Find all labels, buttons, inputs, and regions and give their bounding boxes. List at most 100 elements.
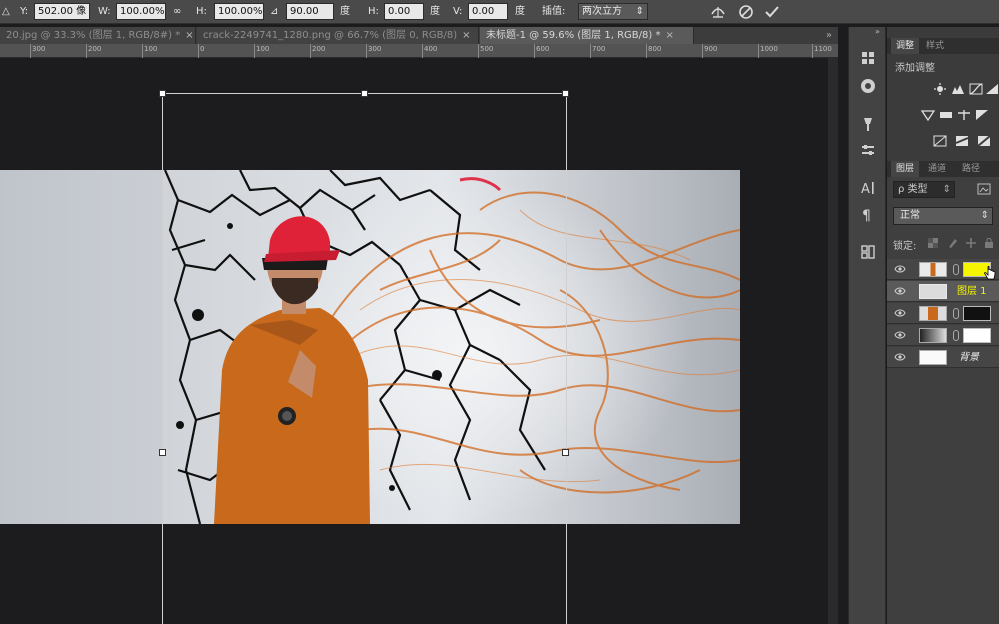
v-skew-field[interactable]: 0.00 bbox=[468, 3, 508, 20]
v-skew-unit: 度 bbox=[515, 6, 525, 17]
lock-label: 锁定: bbox=[893, 241, 917, 252]
transform-handle-top-right[interactable] bbox=[562, 90, 569, 97]
width-field[interactable]: 100.00% bbox=[116, 3, 166, 20]
transform-handle-top-left[interactable] bbox=[159, 90, 166, 97]
rotate-angle-field[interactable]: 90.00 bbox=[286, 3, 334, 20]
close-icon[interactable]: × bbox=[185, 30, 193, 41]
tab-styles[interactable]: 样式 bbox=[921, 38, 949, 54]
hue-saturation-icon[interactable] bbox=[939, 109, 953, 121]
chevron-down-icon: ⇕ bbox=[980, 210, 989, 221]
brush-settings-icon[interactable] bbox=[859, 141, 877, 159]
layer-thumbnail[interactable] bbox=[919, 284, 947, 299]
invert-icon[interactable] bbox=[933, 135, 947, 147]
brush-preset-icon[interactable] bbox=[859, 115, 877, 133]
levels-icon[interactable] bbox=[951, 83, 965, 95]
tab-document-1[interactable]: 20.jpg @ 33.3% (图层 1, RGB/8#) * × bbox=[0, 27, 196, 44]
layer-row-background[interactable]: 背景 bbox=[887, 347, 999, 368]
tab-channels[interactable]: 通道 bbox=[923, 161, 951, 177]
warp-mode-icon[interactable] bbox=[708, 2, 728, 22]
rotate-angle-icon: ⊿ bbox=[270, 6, 279, 17]
exposure-icon[interactable] bbox=[985, 83, 999, 95]
layer-name[interactable]: 图层 1 bbox=[957, 284, 987, 299]
lock-all-icon[interactable] bbox=[983, 237, 995, 249]
v-skew-label: V: bbox=[453, 6, 463, 17]
blend-mode-value: 正常 bbox=[900, 210, 920, 221]
adjustments-panel-tabs: 调整 样式 bbox=[887, 38, 999, 54]
svg-text:A: A bbox=[861, 182, 870, 197]
height-field[interactable]: 100.00% bbox=[214, 3, 264, 20]
lock-transparent-icon[interactable] bbox=[927, 237, 939, 249]
chevron-down-icon: ⇕ bbox=[942, 184, 951, 195]
h-skew-unit: 度 bbox=[430, 6, 440, 17]
black-white-icon[interactable] bbox=[975, 109, 989, 121]
timeline-icon[interactable] bbox=[859, 243, 877, 261]
layer-thumbnail[interactable] bbox=[919, 350, 947, 365]
vibrance-icon[interactable] bbox=[921, 109, 935, 121]
tab-layers[interactable]: 图层 bbox=[891, 161, 920, 177]
tab-label: 20.jpg @ 33.3% (图层 1, RGB/8#) * bbox=[6, 30, 181, 41]
layer-name[interactable]: 背景 bbox=[959, 350, 979, 365]
tab-adjustments[interactable]: 调整 bbox=[891, 38, 920, 54]
layer-row-3[interactable] bbox=[887, 303, 999, 324]
tab-overflow-icon[interactable]: » bbox=[826, 27, 832, 44]
character-icon[interactable]: A bbox=[859, 179, 877, 197]
layer-row-4[interactable] bbox=[887, 325, 999, 346]
reference-point-icon[interactable]: △ bbox=[2, 4, 10, 20]
visibility-eye-icon[interactable] bbox=[894, 308, 906, 318]
layer-mask-thumbnail[interactable] bbox=[963, 328, 991, 343]
gradient-fill-thumbnail[interactable] bbox=[919, 328, 947, 343]
y-position-field[interactable]: 502.00 像 bbox=[34, 3, 90, 20]
info-icon[interactable] bbox=[859, 77, 877, 95]
visibility-eye-icon[interactable] bbox=[894, 330, 906, 340]
brightness-contrast-icon[interactable] bbox=[933, 83, 947, 95]
layer-thumbnail[interactable] bbox=[919, 306, 947, 321]
tab-document-3-active[interactable]: 未标题-1 @ 59.6% (图层 1, RGB/8) * × bbox=[480, 27, 694, 44]
visibility-eye-icon[interactable] bbox=[894, 286, 906, 296]
right-panels: 调整 样式 添加调整 图层 通道 路径 ρ 类型 ⇕ 正常 ⇕ 锁定: 图层 1… bbox=[887, 27, 999, 624]
layer-row-2-selected[interactable]: 图层 1 bbox=[887, 281, 999, 302]
layer-thumbnail[interactable] bbox=[919, 262, 947, 277]
tab-label: 未标题-1 @ 59.6% (图层 1, RGB/8) * bbox=[486, 30, 661, 41]
svg-text:¶: ¶ bbox=[862, 208, 871, 223]
filter-image-icon[interactable] bbox=[977, 183, 991, 195]
close-icon[interactable]: × bbox=[462, 30, 470, 41]
width-label: W: bbox=[98, 6, 111, 17]
color-balance-icon[interactable] bbox=[957, 109, 971, 121]
h-skew-field[interactable]: 0.00 bbox=[384, 3, 424, 20]
tab-paths[interactable]: 路径 bbox=[957, 161, 985, 177]
transform-handle-middle-right[interactable] bbox=[562, 449, 569, 456]
link-icon[interactable] bbox=[953, 308, 959, 319]
transform-handle-middle-left[interactable] bbox=[159, 449, 166, 456]
transform-bounding-box[interactable] bbox=[159, 90, 569, 624]
blend-mode-select[interactable]: 正常 ⇕ bbox=[893, 207, 993, 225]
layer-mask-thumbnail[interactable] bbox=[963, 306, 991, 321]
curves-icon[interactable] bbox=[969, 83, 983, 95]
tab-document-2[interactable]: crack-2249741_1280.png @ 66.7% (图层 0, RG… bbox=[197, 27, 479, 44]
canvas-area[interactable] bbox=[0, 58, 838, 624]
visibility-eye-icon[interactable] bbox=[894, 264, 906, 274]
visibility-eye-icon[interactable] bbox=[894, 352, 906, 362]
gradient-map-icon[interactable] bbox=[977, 135, 991, 147]
lock-position-icon[interactable] bbox=[965, 237, 977, 249]
link-icon[interactable] bbox=[953, 264, 959, 275]
commit-transform-icon[interactable] bbox=[762, 2, 782, 22]
horizontal-ruler: 300 200 100 0 100 200 300 400 500 600 70… bbox=[0, 44, 838, 58]
lock-pixels-icon[interactable] bbox=[947, 237, 959, 249]
transform-handle-top-center[interactable] bbox=[361, 90, 368, 97]
cancel-transform-icon[interactable] bbox=[736, 2, 756, 22]
history-icon[interactable] bbox=[859, 49, 877, 67]
vertical-scrollbar[interactable] bbox=[828, 58, 838, 624]
layer-row-1[interactable] bbox=[887, 259, 999, 280]
link-icon[interactable] bbox=[953, 330, 959, 341]
collapse-panels-icon[interactable]: » bbox=[875, 27, 880, 36]
interpolation-label: 插值: bbox=[542, 6, 566, 17]
y-label: Y: bbox=[20, 6, 29, 17]
layer-kind-filter[interactable]: ρ 类型 ⇕ bbox=[893, 181, 955, 198]
close-icon[interactable]: × bbox=[665, 30, 673, 41]
interpolation-select[interactable]: 两次立方 ⇕ bbox=[578, 3, 648, 20]
link-proportions-icon[interactable]: ∞ bbox=[173, 4, 181, 20]
posterize-icon[interactable] bbox=[955, 135, 969, 147]
hand-cursor-icon bbox=[984, 266, 996, 280]
paragraph-icon[interactable]: ¶ bbox=[859, 205, 877, 223]
outside-bounds-area bbox=[0, 170, 162, 524]
